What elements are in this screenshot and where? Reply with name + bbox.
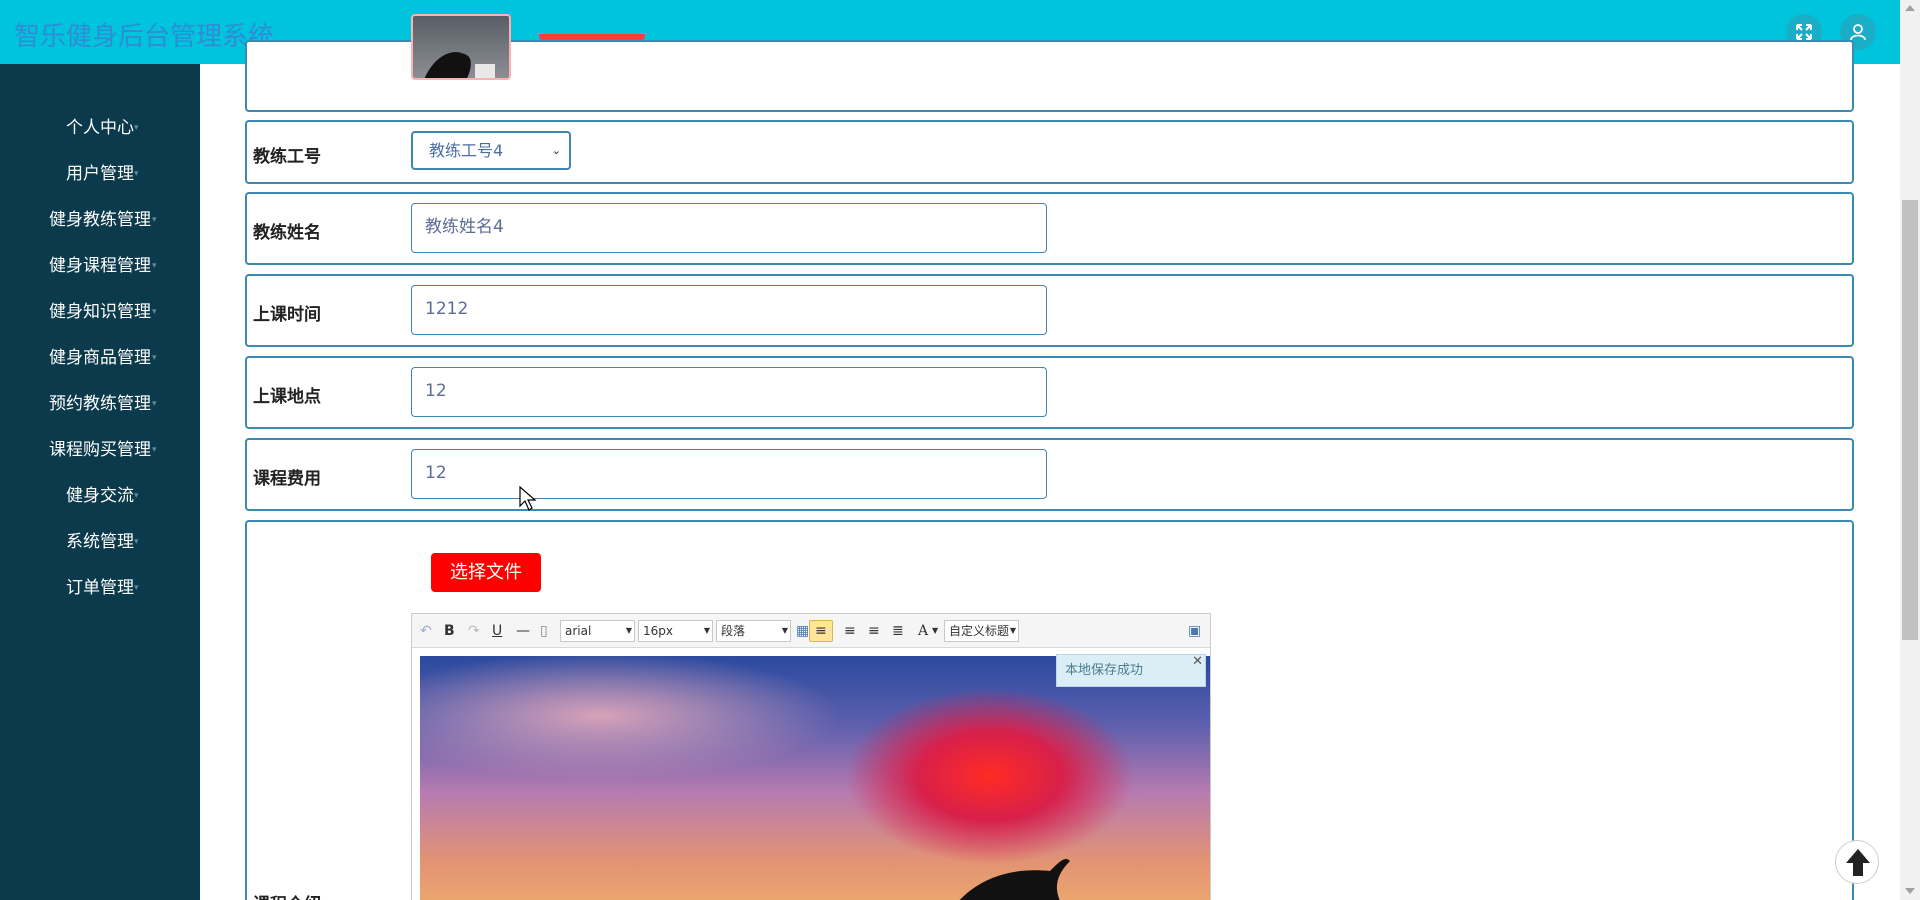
preview-icon[interactable]: ▣ — [1188, 623, 1201, 639]
form-row-coach-name: 教练姓名 教练姓名4 — [245, 192, 1854, 265]
class-place-label: 上课地点 — [253, 387, 321, 407]
dropdown-arrow-icon: ▼ — [1009, 626, 1016, 635]
class-time-label: 上课时间 — [253, 305, 321, 325]
chevron-down-icon: ▾ — [134, 123, 139, 133]
cover-thumbnail[interactable] — [411, 14, 511, 80]
close-icon[interactable]: ✕ — [1192, 646, 1203, 677]
form-row-coach-id: 教练工号 教练工号4 ⌄ — [245, 120, 1854, 184]
form-row-cover-image — [245, 14, 1854, 112]
form-row-class-fee: 课程费用 12 — [245, 438, 1854, 511]
back-to-top-button[interactable] — [1835, 840, 1879, 884]
form-row-class-time: 上课时间 1212 — [245, 274, 1854, 347]
chevron-down-icon: ▾ — [152, 261, 157, 271]
save-toast: 本地保存成功 ✕ — [1056, 654, 1206, 687]
sidebar-item-booking-management[interactable]: 预约教练管理 ▾ — [0, 384, 200, 424]
delete-image-button[interactable] — [539, 34, 645, 40]
rich-text-editor[interactable]: ↶ B ↷ U — ▯ arial ▼ 16px ▼ 段落 ▼ ▦ ≡ ≡ ≡ ≣ A… — [411, 613, 1211, 900]
class-place-input[interactable]: 12 — [411, 367, 1047, 417]
align-center-icon[interactable]: ≡ — [868, 623, 880, 639]
sidebar-item-personal-center[interactable]: 个人中心 ▾ — [0, 108, 200, 148]
paragraph-select[interactable]: 段落 ▼ — [716, 620, 791, 642]
coach-id-select[interactable]: 教练工号4 ⌄ — [411, 131, 571, 170]
sidebar-item-purchase-management[interactable]: 课程购买管理 ▾ — [0, 430, 200, 470]
form-row-class-place: 上课地点 12 — [245, 356, 1854, 429]
table-icon[interactable]: ▦ — [796, 623, 809, 639]
font-family-select[interactable]: arial ▼ — [560, 620, 635, 642]
mouse-cursor-icon — [519, 486, 537, 511]
sidebar: 个人中心 ▾ 用户管理 ▾ 健身教练管理 ▾ 健身课程管理 ▾ 健身知识管理 ▾ 健身商品… — [0, 64, 200, 900]
scroll-up-arrow-icon[interactable] — [1905, 5, 1915, 11]
sidebar-item-user-management[interactable]: 用户管理 ▾ — [0, 154, 200, 194]
chevron-down-icon: ▾ — [152, 353, 157, 363]
coach-name-label: 教练姓名 — [253, 223, 321, 243]
dropdown-arrow-icon: ▼ — [703, 626, 710, 635]
sidebar-item-coach-management[interactable]: 健身教练管理 ▾ — [0, 200, 200, 240]
class-fee-input[interactable]: 12 — [411, 449, 1047, 499]
chevron-down-icon: ⌄ — [551, 144, 561, 157]
chevron-down-icon: ▾ — [152, 215, 157, 225]
sidebar-item-exchange[interactable]: 健身交流 ▾ — [0, 476, 200, 516]
dropdown-arrow-icon[interactable]: ▼ — [932, 623, 938, 639]
align-justify-icon[interactable]: ≣ — [892, 623, 904, 639]
sidebar-item-course-management[interactable]: 健身课程管理 ▾ — [0, 246, 200, 286]
horizontal-rule-icon[interactable]: — — [516, 623, 530, 639]
bold-button[interactable]: B — [444, 623, 455, 639]
chevron-down-icon: ▾ — [134, 491, 139, 501]
chevron-down-icon: ▾ — [134, 583, 139, 593]
undo-icon[interactable]: ↶ — [420, 623, 432, 639]
sidebar-item-system-management[interactable]: 系统管理 ▾ — [0, 522, 200, 562]
scroll-down-arrow-icon[interactable] — [1905, 888, 1915, 894]
dropdown-arrow-icon: ▼ — [625, 626, 632, 635]
chevron-down-icon: ▾ — [152, 399, 157, 409]
arrow-up-icon — [1846, 849, 1870, 876]
class-fee-label: 课程费用 — [253, 469, 321, 489]
sidebar-item-product-management[interactable]: 健身商品管理 ▾ — [0, 338, 200, 378]
font-size-select[interactable]: 16px ▼ — [638, 620, 713, 642]
font-color-button[interactable]: A — [918, 623, 928, 639]
chevron-down-icon: ▾ — [152, 445, 157, 455]
coach-id-label: 教练工号 — [253, 147, 321, 167]
chevron-down-icon: ▾ — [152, 307, 157, 317]
chevron-down-icon: ▾ — [134, 537, 139, 547]
page-scrollbar[interactable] — [1900, 0, 1920, 900]
form-row-course-intro: 课程介绍 选择文件 ↶ B ↷ U — ▯ arial▼ 16px▼ 段落▼ ▦… — [245, 520, 1854, 900]
page-icon[interactable]: ▯ — [540, 623, 548, 639]
app-title: 智乐健身后台管理系统 — [14, 22, 275, 52]
align-right-icon[interactable]: ≡ — [844, 623, 856, 639]
redo-icon[interactable]: ↷ — [468, 623, 480, 639]
course-intro-label: 课程介绍 — [253, 890, 321, 900]
editor-content-image — [420, 656, 1210, 900]
custom-title-select[interactable]: 自定义标题 ▼ — [944, 620, 1019, 642]
coach-name-input[interactable]: 教练姓名4 — [411, 203, 1047, 253]
dropdown-arrow-icon: ▼ — [781, 626, 788, 635]
align-left-button[interactable]: ≡ — [809, 620, 833, 642]
align-left-icon: ≡ — [815, 623, 827, 639]
scrollbar-thumb[interactable] — [1902, 200, 1918, 640]
sidebar-item-order-management[interactable]: 订单管理 ▾ — [0, 568, 200, 608]
editor-toolbar: ↶ B ↷ U — ▯ arial ▼ 16px ▼ 段落 ▼ ▦ ≡ ≡ ≡ ≣ A… — [412, 614, 1210, 648]
class-time-input[interactable]: 1212 — [411, 285, 1047, 335]
chevron-down-icon: ▾ — [134, 169, 139, 179]
sidebar-item-knowledge-management[interactable]: 健身知识管理 ▾ — [0, 292, 200, 332]
underline-button[interactable]: U — [492, 623, 502, 639]
choose-file-button[interactable]: 选择文件 — [431, 553, 541, 592]
